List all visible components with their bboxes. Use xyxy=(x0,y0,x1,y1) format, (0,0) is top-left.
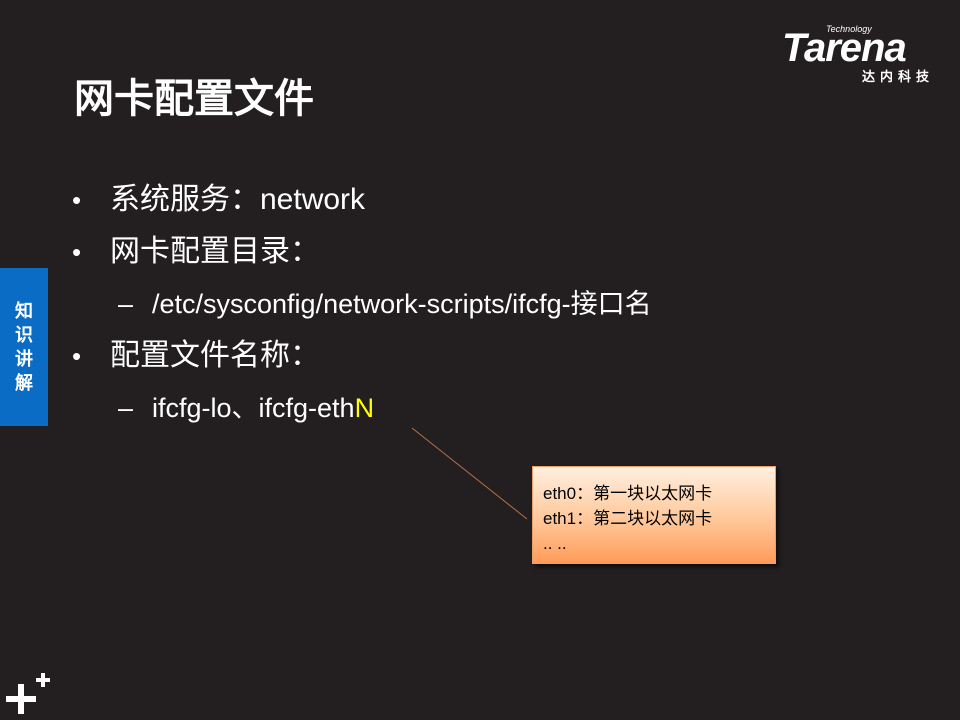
slide: Technology Tarena 达内科技 网卡配置文件 知 识 讲 解 系统… xyxy=(0,0,960,720)
callout-line-1: eth0：第一块以太网卡 xyxy=(543,484,713,503)
plus-icon xyxy=(6,673,50,714)
callout-line-3: .. .. xyxy=(543,534,567,553)
callout-box: eth0：第一块以太网卡 eth1：第二块以太网卡 .. .. xyxy=(532,466,776,564)
callout-line-2: eth1：第二块以太网卡 xyxy=(543,509,713,528)
callout-pointer-line xyxy=(411,427,528,520)
